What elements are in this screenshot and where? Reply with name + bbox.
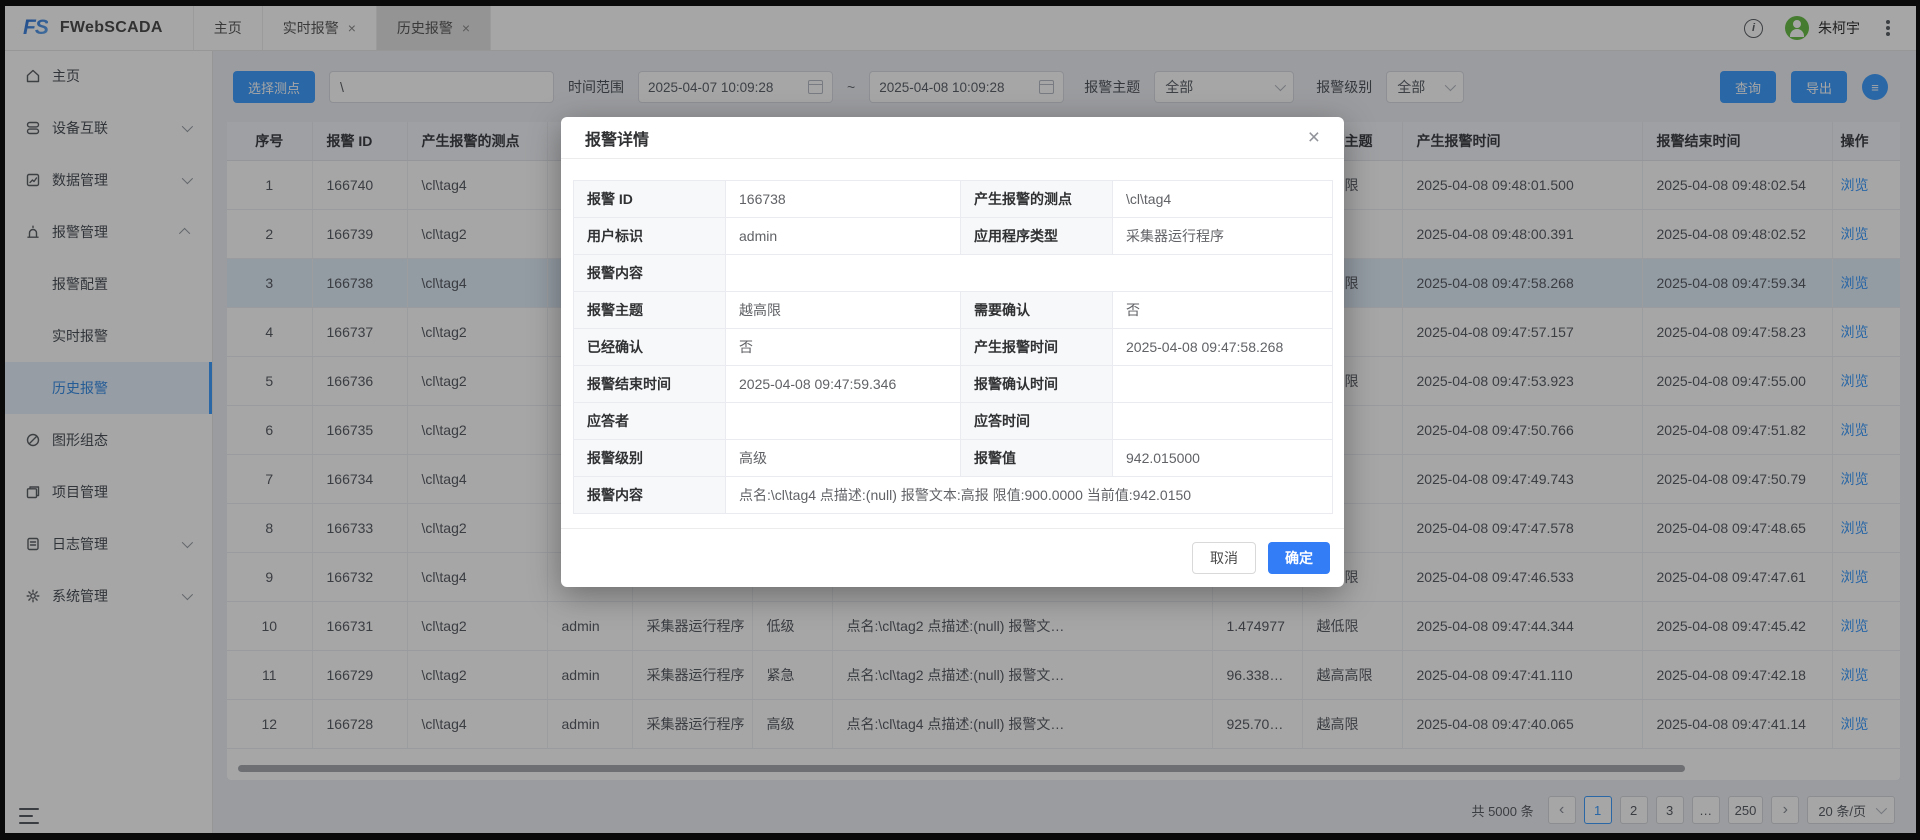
detail-label: 报警 ID bbox=[574, 181, 726, 218]
detail-row: 报警内容 bbox=[574, 255, 1333, 292]
detail-value: 采集器运行程序 bbox=[1113, 218, 1333, 255]
modal-footer: 取消 确定 bbox=[561, 528, 1344, 587]
detail-label: 报警确认时间 bbox=[961, 366, 1113, 403]
detail-value bbox=[1113, 366, 1333, 403]
alarm-detail-modal: 报警详情 报警 ID166738产生报警的测点\cl\tag4用户标识admin… bbox=[561, 117, 1344, 587]
modal-title: 报警详情 bbox=[585, 126, 649, 150]
modal-header: 报警详情 bbox=[561, 117, 1344, 159]
detail-label: 报警内容 bbox=[574, 477, 726, 514]
detail-value bbox=[1113, 403, 1333, 440]
detail-row: 报警级别高级报警值942.015000 bbox=[574, 440, 1333, 477]
detail-value: 越高限 bbox=[726, 292, 961, 329]
detail-label: 应答者 bbox=[574, 403, 726, 440]
detail-label: 产生报警时间 bbox=[961, 329, 1113, 366]
detail-value: 否 bbox=[1113, 292, 1333, 329]
detail-label: 应答时间 bbox=[961, 403, 1113, 440]
app-window: FS FWebSCADA 主页实时报警历史报警 朱柯宇 主页设备互联数据管理报警… bbox=[5, 6, 1916, 833]
detail-value: 2025-04-08 09:47:58.268 bbox=[1113, 329, 1333, 366]
detail-row: 应答者 应答时间 bbox=[574, 403, 1333, 440]
detail-label: 已经确认 bbox=[574, 329, 726, 366]
detail-row: 已经确认否产生报警时间2025-04-08 09:47:58.268 bbox=[574, 329, 1333, 366]
detail-value: 高级 bbox=[726, 440, 961, 477]
detail-row: 报警内容点名:\cl\tag4 点描述:(null) 报警文本:高报 限值:90… bbox=[574, 477, 1333, 514]
detail-row: 报警结束时间2025-04-08 09:47:59.346报警确认时间 bbox=[574, 366, 1333, 403]
detail-value bbox=[726, 403, 961, 440]
detail-row: 用户标识admin应用程序类型采集器运行程序 bbox=[574, 218, 1333, 255]
detail-row: 报警 ID166738产生报警的测点\cl\tag4 bbox=[574, 181, 1333, 218]
detail-label: 报警值 bbox=[961, 440, 1113, 477]
detail-label: 报警内容 bbox=[574, 255, 726, 292]
detail-value: 点名:\cl\tag4 点描述:(null) 报警文本:高报 限值:900.00… bbox=[726, 477, 1333, 514]
detail-label: 产生报警的测点 bbox=[961, 181, 1113, 218]
cancel-button[interactable]: 取消 bbox=[1192, 542, 1256, 574]
close-icon[interactable] bbox=[1308, 127, 1320, 148]
detail-label: 用户标识 bbox=[574, 218, 726, 255]
detail-value: 2025-04-08 09:47:59.346 bbox=[726, 366, 961, 403]
detail-label: 需要确认 bbox=[961, 292, 1113, 329]
detail-value: \cl\tag4 bbox=[1113, 181, 1333, 218]
detail-label: 报警结束时间 bbox=[574, 366, 726, 403]
modal-body: 报警 ID166738产生报警的测点\cl\tag4用户标识admin应用程序类… bbox=[561, 159, 1344, 528]
detail-value: 942.015000 bbox=[1113, 440, 1333, 477]
detail-label: 应用程序类型 bbox=[961, 218, 1113, 255]
detail-value bbox=[726, 255, 1333, 292]
detail-value: 166738 bbox=[726, 181, 961, 218]
detail-label: 报警主题 bbox=[574, 292, 726, 329]
detail-value: 否 bbox=[726, 329, 961, 366]
alarm-detail-table: 报警 ID166738产生报警的测点\cl\tag4用户标识admin应用程序类… bbox=[573, 180, 1333, 514]
detail-row: 报警主题越高限需要确认否 bbox=[574, 292, 1333, 329]
confirm-button[interactable]: 确定 bbox=[1268, 542, 1330, 574]
detail-value: admin bbox=[726, 218, 961, 255]
detail-label: 报警级别 bbox=[574, 440, 726, 477]
